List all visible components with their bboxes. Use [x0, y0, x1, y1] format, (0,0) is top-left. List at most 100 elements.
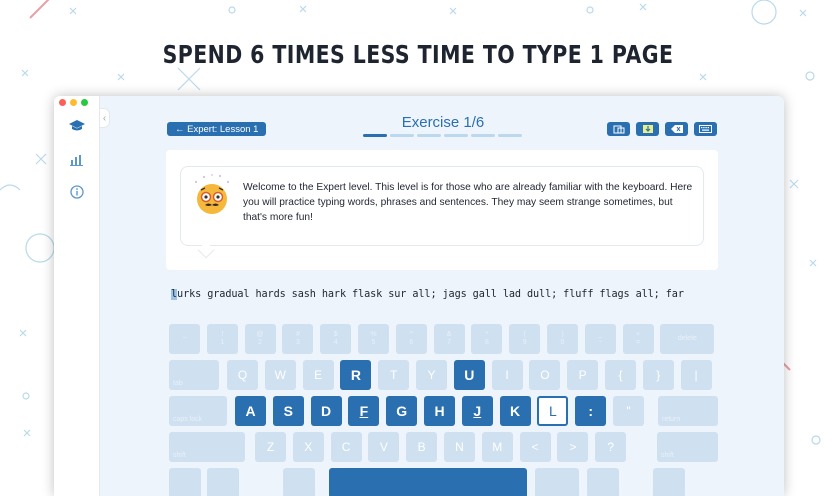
key--9[interactable]: ( 9: [509, 324, 541, 354]
key-z[interactable]: Z: [255, 432, 286, 462]
key-i[interactable]: I: [491, 360, 523, 390]
key-bottom-row[interactable]: [169, 468, 201, 496]
key-label: ?: [607, 440, 615, 454]
key--7[interactable]: & 7: [433, 324, 465, 354]
key--[interactable]: + =: [622, 324, 654, 354]
key-delete[interactable]: delete: [660, 324, 715, 354]
key-caps-lock[interactable]: caps lock: [169, 396, 227, 426]
zoom-window-button[interactable]: [81, 99, 88, 106]
key-bottom-row[interactable]: [283, 468, 315, 496]
key-q[interactable]: Q: [227, 360, 258, 390]
key-m[interactable]: M: [481, 432, 513, 462]
key--[interactable]: _ -: [584, 324, 616, 354]
key-n[interactable]: N: [444, 432, 475, 462]
close-window-button[interactable]: [59, 99, 66, 106]
key--[interactable]: ": [613, 396, 644, 426]
key-p[interactable]: P: [567, 360, 599, 390]
key--4[interactable]: $ 4: [320, 324, 352, 354]
key-d[interactable]: D: [310, 396, 342, 426]
key-label: ! 1: [220, 331, 225, 346]
toolbar: [607, 122, 717, 136]
key--[interactable]: >: [557, 432, 589, 462]
download-button[interactable]: [636, 122, 659, 136]
key-e[interactable]: E: [302, 360, 334, 390]
window-controls: [59, 99, 88, 106]
key--5[interactable]: % 5: [358, 324, 389, 354]
key-g[interactable]: G: [386, 396, 418, 426]
key--[interactable]: ~: [169, 324, 200, 354]
key-bottom-row[interactable]: [535, 468, 579, 496]
exercise-title: Exercise 1/6: [401, 114, 485, 131]
info-icon[interactable]: [67, 182, 87, 202]
key-x[interactable]: X: [292, 432, 324, 462]
key-tab[interactable]: tab: [169, 360, 219, 390]
key--3[interactable]: # 3: [282, 324, 314, 354]
key-label: L: [548, 403, 557, 419]
key-o[interactable]: O: [529, 360, 561, 390]
progress-segment: [363, 134, 387, 137]
key--[interactable]: }: [642, 360, 674, 390]
key-label: Q: [237, 368, 248, 382]
key-bottom-row[interactable]: [587, 468, 619, 496]
headline: SPEND 6 TIMES LESS TIME TO TYPE 1 PAGE: [162, 40, 674, 69]
key-label: @ 2: [256, 331, 264, 346]
key--[interactable]: |: [680, 360, 712, 390]
key-t[interactable]: T: [378, 360, 410, 390]
back-to-lesson-button[interactable]: ← Expert: Lesson 1: [167, 122, 267, 136]
key--2[interactable]: @ 2: [244, 324, 276, 354]
keyboard-toggle-button[interactable]: [694, 122, 717, 136]
key-v[interactable]: V: [368, 432, 400, 462]
key--[interactable]: <: [519, 432, 551, 462]
key--8[interactable]: * 8: [471, 324, 503, 354]
graduation-cap-icon[interactable]: [67, 116, 87, 136]
key-label: G: [396, 403, 408, 419]
key-label: * 8: [484, 331, 489, 346]
key--[interactable]: {: [605, 360, 636, 390]
key-bottom-row[interactable]: [207, 468, 239, 496]
key-label: shift: [173, 452, 186, 459]
key-label: % 5: [370, 331, 377, 346]
cards-icon: [613, 125, 624, 133]
key-space[interactable]: [329, 468, 527, 496]
key-label: ) 0: [560, 331, 565, 346]
cards-button[interactable]: [607, 122, 630, 136]
mascot-professor-icon: [195, 174, 229, 214]
key-shift[interactable]: shift: [657, 432, 718, 462]
key-label: I: [505, 368, 509, 382]
key-label: A: [245, 403, 256, 419]
collapse-sidebar-tab[interactable]: ‹: [100, 108, 110, 128]
key-bottom-row[interactable]: [653, 468, 685, 496]
key-a[interactable]: A: [235, 396, 266, 426]
key-return[interactable]: return: [658, 396, 718, 426]
key--0[interactable]: ) 0: [547, 324, 578, 354]
key--[interactable]: :: [575, 396, 607, 426]
key--6[interactable]: ^ 6: [395, 324, 427, 354]
key-f[interactable]: F: [348, 396, 380, 426]
key-label: C: [341, 440, 351, 454]
key--1[interactable]: ! 1: [206, 324, 238, 354]
key-label: delete: [677, 335, 697, 342]
key-j[interactable]: J: [461, 396, 493, 426]
instruction-card: Welcome to the Expert level. This level …: [166, 150, 718, 270]
key-h[interactable]: H: [424, 396, 455, 426]
key-label: W: [274, 368, 286, 382]
key--[interactable]: ?: [595, 432, 627, 462]
welcome-message: Welcome to the Expert level. This level …: [243, 182, 693, 223]
bar-chart-icon[interactable]: [67, 150, 87, 170]
key-u[interactable]: U: [453, 360, 485, 390]
key-w[interactable]: W: [264, 360, 296, 390]
key-s[interactable]: S: [272, 396, 304, 426]
key-c[interactable]: C: [330, 432, 362, 462]
key-label: H: [434, 403, 445, 419]
key-r[interactable]: R: [340, 360, 372, 390]
backspace-button[interactable]: [665, 122, 688, 136]
minimize-window-button[interactable]: [70, 99, 77, 106]
key-y[interactable]: Y: [416, 360, 447, 390]
backspace-icon: [670, 125, 683, 133]
progress-segment: [498, 134, 522, 137]
key-k[interactable]: K: [499, 396, 531, 426]
key-label: return: [662, 416, 681, 423]
key-shift[interactable]: shift: [169, 432, 245, 462]
key-b[interactable]: B: [406, 432, 438, 462]
key-l[interactable]: L: [537, 396, 569, 426]
